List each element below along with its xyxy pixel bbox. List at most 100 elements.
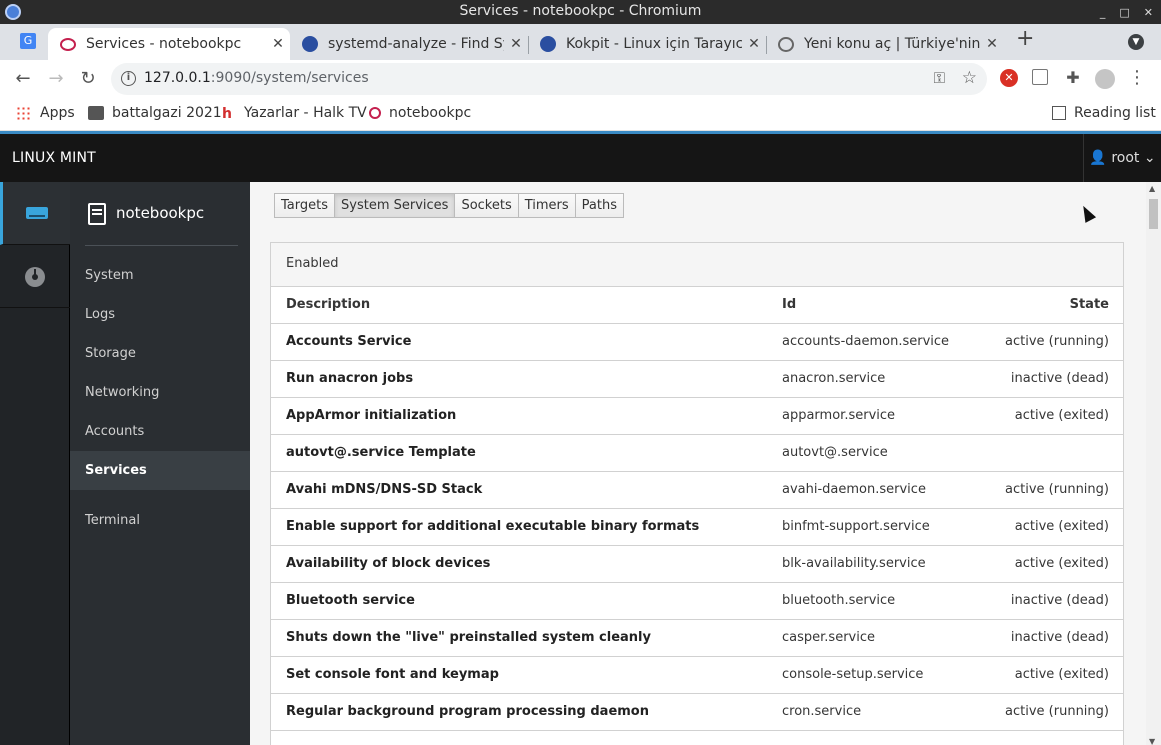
service-state: active (exited) — [1014, 556, 1109, 571]
close-window-button[interactable]: ✕ — [1144, 1, 1153, 24]
table-row[interactable]: Run anacron jobs anacron.service inactive … — [271, 361, 1123, 398]
browser-toolbar: ← → ↻ i 127.0.0.1:9090/system/services ⚿… — [0, 60, 1161, 98]
close-tab-icon[interactable]: ✕ — [504, 36, 528, 52]
tab-services[interactable]: Services - notebookpc ✕ — [48, 28, 290, 60]
close-tab-icon[interactable]: ✕ — [266, 36, 290, 52]
profile-avatar-icon[interactable] — [1095, 69, 1115, 89]
service-description: Availability of block devices — [286, 556, 491, 571]
bookmark-notebookpc[interactable]: notebookpc — [369, 105, 471, 121]
table-row[interactable]: Regular background program processing da… — [271, 694, 1123, 731]
browser-menu-button[interactable]: ⋮ — [1128, 69, 1146, 87]
service-id: apparmor.service — [782, 408, 896, 423]
forward-button[interactable]: → — [44, 67, 68, 91]
url-text: 127.0.0.1:9090/system/services — [144, 70, 369, 86]
nav-logs[interactable]: Logs — [70, 295, 250, 334]
nav-networking[interactable]: Networking — [70, 373, 250, 412]
chromium-icon — [5, 4, 21, 20]
service-id: autovt@.service — [782, 445, 888, 460]
table-row[interactable]: Set console font and keymap console-setup… — [271, 657, 1123, 694]
host-header[interactable]: notebookpc — [70, 182, 250, 245]
back-button[interactable]: ← — [11, 67, 35, 91]
info-icon[interactable]: i — [121, 71, 136, 86]
service-id: casper.service — [782, 630, 875, 645]
close-tab-icon[interactable]: ✕ — [742, 36, 766, 52]
tab-systemd-analyze[interactable]: systemd-analyze - Find Syste ✕ — [290, 28, 528, 60]
minimize-button[interactable]: _ — [1100, 1, 1106, 24]
bookmark-battalgazi[interactable]: battalgazi 2021 — [88, 105, 222, 121]
service-id: avahi-daemon.service — [782, 482, 926, 497]
adblock-extension-icon[interactable]: ✕ — [1000, 69, 1018, 87]
table-row[interactable]: Bluetooth service bluetooth.service inacti… — [271, 583, 1123, 620]
services-content: Targets System Services Sockets Timers P… — [250, 182, 1146, 745]
table-row[interactable]: AppArmor initialization apparmor.service a… — [271, 398, 1123, 435]
reader-extension-icon[interactable] — [1032, 69, 1048, 85]
column-state[interactable]: State — [1070, 287, 1109, 323]
user-menu[interactable]: 👤 root ⌄ — [1083, 134, 1161, 182]
tab-kokpit[interactable]: Kokpit - Linux için Tarayıcı Ta ✕ — [528, 28, 766, 60]
bookmark-star-icon[interactable]: ☆ — [962, 68, 977, 88]
service-state: inactive (dead) — [1010, 630, 1109, 645]
chevron-down-icon: ⌄ — [1143, 150, 1156, 166]
site-favicon-icon — [540, 36, 556, 52]
service-description: autovt@.service Template — [286, 445, 476, 460]
nav-accounts[interactable]: Accounts — [70, 412, 250, 451]
extensions-puzzle-icon[interactable]: ✚ — [1064, 69, 1082, 87]
key-icon[interactable]: ⚿ — [934, 69, 945, 87]
column-id[interactable]: Id — [782, 287, 796, 323]
nav-terminal[interactable]: Terminal — [70, 501, 250, 540]
column-description[interactable]: Description — [286, 287, 370, 323]
tab-timers[interactable]: Timers — [517, 193, 576, 218]
scroll-down-icon[interactable]: ▼ — [1149, 737, 1155, 745]
services-table-body: Accounts Service accounts-daemon.service a… — [271, 324, 1123, 731]
table-row[interactable]: Accounts Service accounts-daemon.service a… — [271, 324, 1123, 361]
nav-system[interactable]: System — [70, 256, 250, 295]
host-switcher[interactable] — [0, 182, 70, 245]
service-description: Set console font and keymap — [286, 667, 499, 682]
table-row[interactable]: Avahi mDNS/DNS-SD Stack avahi-daemon.serv… — [271, 472, 1123, 509]
tab-sockets[interactable]: Sockets — [454, 193, 519, 218]
service-type-tabs: Targets System Services Sockets Timers P… — [274, 193, 625, 218]
service-state: active (exited) — [1014, 408, 1109, 423]
cockpit-page: LINUX MINT 👤 root ⌄ notebookpc System Lo… — [0, 131, 1161, 745]
address-bar[interactable]: i 127.0.0.1:9090/system/services ⚿ ☆ — [111, 63, 987, 95]
tab-system-services[interactable]: System Services — [334, 193, 456, 218]
nav-storage[interactable]: Storage — [70, 334, 250, 373]
maximize-button[interactable]: □ — [1119, 1, 1129, 24]
service-description: Run anacron jobs — [286, 371, 414, 386]
service-id: accounts-daemon.service — [782, 334, 950, 349]
tab-yeni-konu[interactable]: Yeni konu aç | Türkiye'nin En ✕ — [766, 28, 1004, 60]
table-row[interactable]: Availability of block devices blk-availab… — [271, 546, 1123, 583]
bookmark-apps[interactable]: Apps — [16, 105, 75, 121]
tab-paths[interactable]: Paths — [574, 193, 625, 218]
dashboard[interactable] — [0, 245, 70, 308]
new-tab-button[interactable]: + — [1016, 26, 1034, 51]
service-description: Shuts down the "live" preinstalled syste… — [286, 630, 651, 645]
service-id: bluetooth.service — [782, 593, 896, 608]
reload-button[interactable]: ↻ — [76, 67, 100, 91]
scroll-thumb[interactable] — [1149, 199, 1158, 229]
bookmark-halk-tv[interactable]: h Yazarlar - Halk TV — [222, 105, 367, 122]
service-state: inactive (dead) — [1010, 593, 1109, 608]
page-scrollbar[interactable]: ▲ ▼ — [1146, 182, 1161, 745]
table-row[interactable]: Shuts down the "live" preinstalled syste… — [271, 620, 1123, 657]
service-description: Enable support for additional executable… — [286, 519, 700, 534]
service-state: active (running) — [1005, 704, 1109, 719]
close-tab-icon[interactable]: ✕ — [980, 36, 1004, 52]
nav-services[interactable]: Services — [70, 451, 250, 490]
tab-search-icon[interactable]: ▼ — [1128, 34, 1144, 50]
masthead: LINUX MINT 👤 root ⌄ — [0, 134, 1161, 182]
service-id: anacron.service — [782, 371, 886, 386]
service-description: Bluetooth service — [286, 593, 415, 608]
table-row[interactable]: Enable support for additional executable… — [271, 509, 1123, 546]
reading-list[interactable]: Reading list — [1052, 105, 1156, 121]
host-nav: notebookpc System Logs Storage Networkin… — [70, 182, 250, 745]
tab-targets[interactable]: Targets — [274, 193, 335, 218]
service-description: Accounts Service — [286, 334, 412, 349]
scroll-up-icon[interactable]: ▲ — [1149, 184, 1155, 193]
service-state: active (running) — [1005, 334, 1109, 349]
service-id: binfmt-support.service — [782, 519, 930, 534]
tab-strip: G Services - notebookpc ✕ systemd-analyz… — [0, 24, 1161, 60]
table-row[interactable]: autovt@.service Template autovt@.service — [271, 435, 1123, 472]
translate-icon[interactable]: G — [20, 33, 36, 49]
window-titlebar: Services - notebookpc - Chromium _ □ ✕ — [0, 0, 1161, 24]
